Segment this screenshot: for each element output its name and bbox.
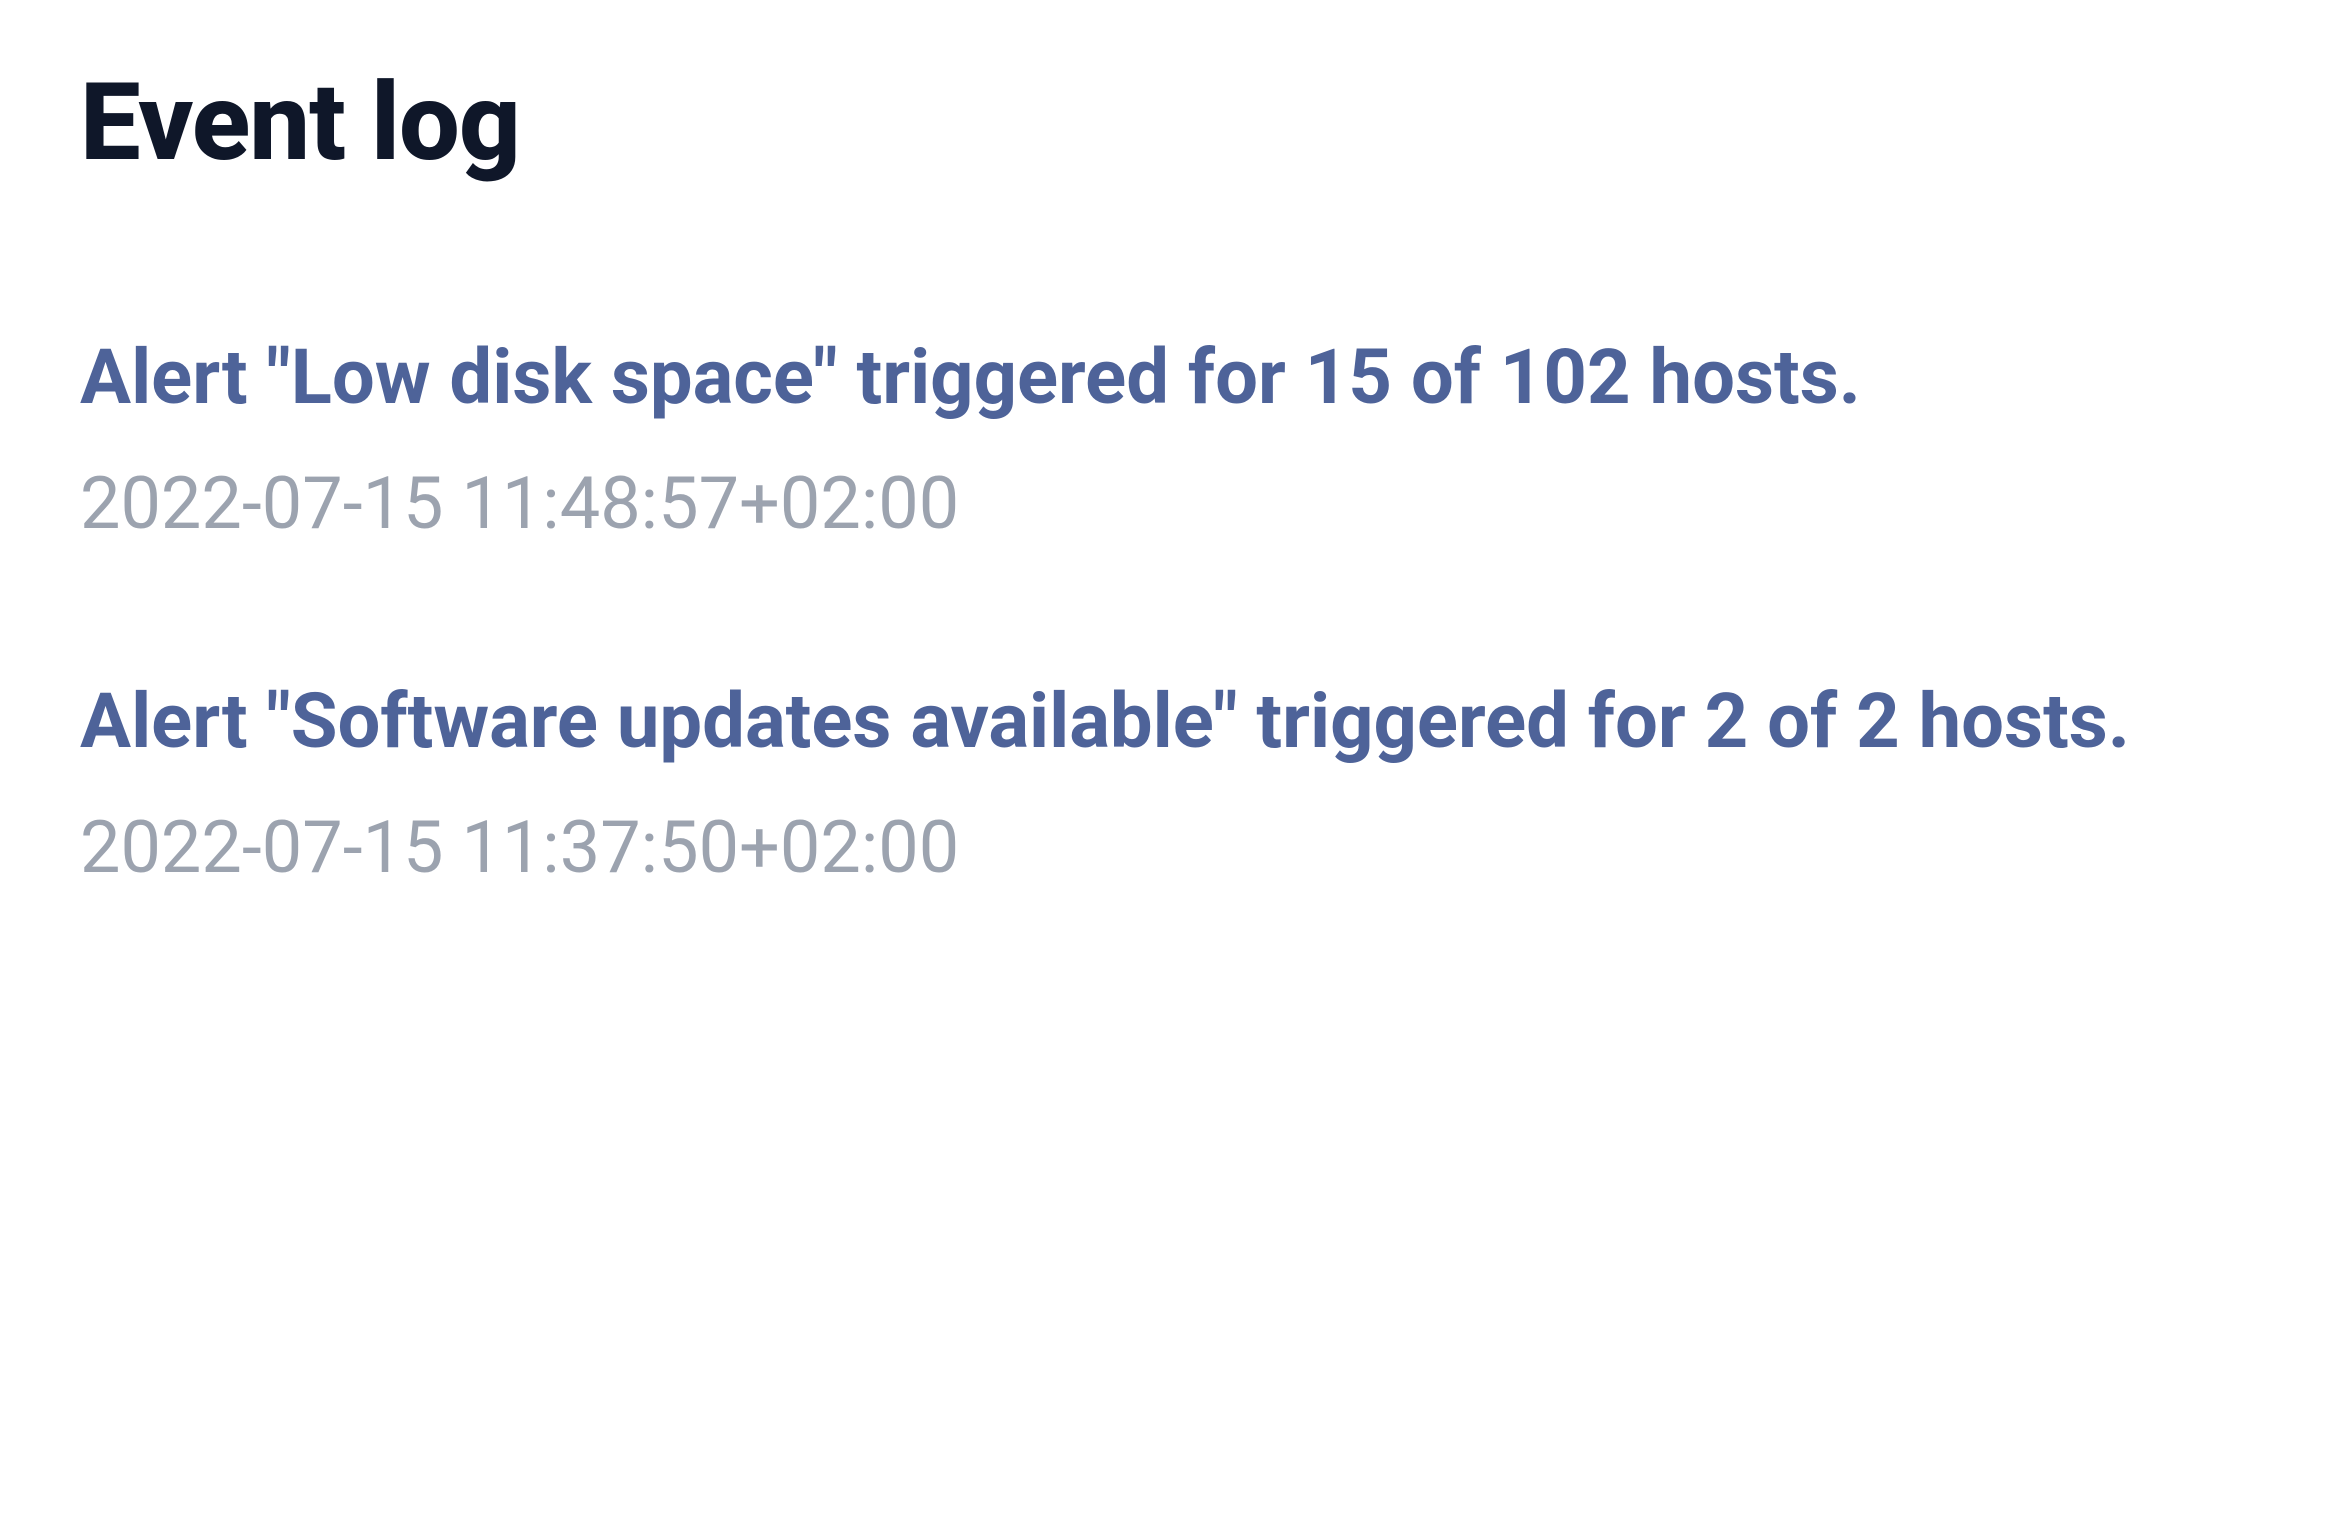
- event-item: Alert "Software updates available" trigg…: [80, 670, 2268, 894]
- event-timestamp: 2022-07-15 11:37:50+02:00: [80, 801, 2268, 895]
- event-title-link[interactable]: Alert "Software updates available" trigg…: [80, 670, 2268, 773]
- event-list: Alert "Low disk space" triggered for 15 …: [80, 326, 2268, 894]
- event-item: Alert "Low disk space" triggered for 15 …: [80, 326, 2268, 550]
- page-title: Event log: [80, 60, 2268, 186]
- event-timestamp: 2022-07-15 11:48:57+02:00: [80, 457, 2268, 551]
- event-title-link[interactable]: Alert "Low disk space" triggered for 15 …: [80, 326, 2268, 429]
